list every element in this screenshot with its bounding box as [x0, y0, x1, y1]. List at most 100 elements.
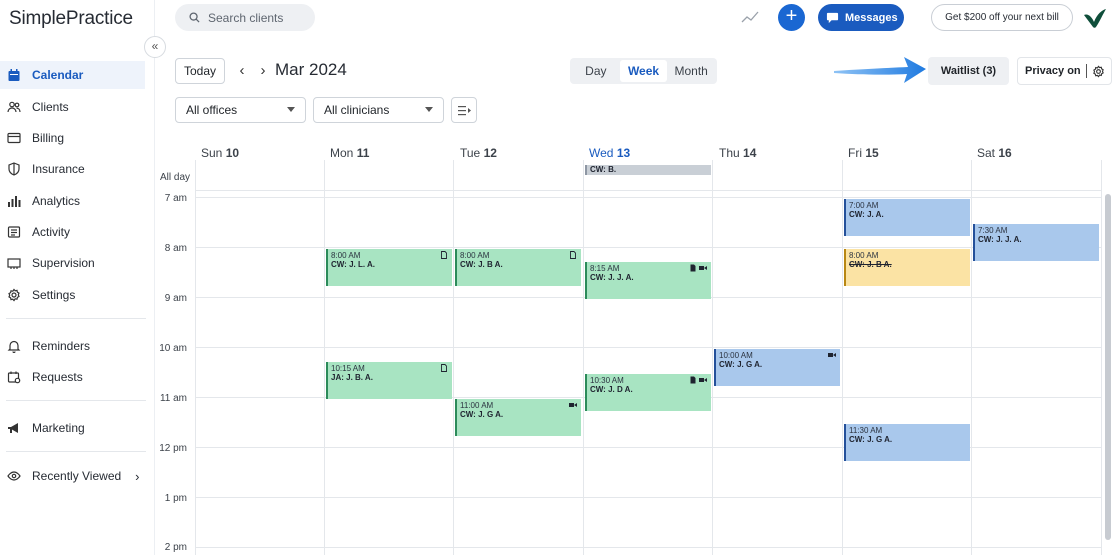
week-calendar: Sun 10 Mon 11 Tue 12 Wed 13 Thu 14 Fri 1…: [155, 140, 1114, 555]
search-placeholder: Search clients: [208, 10, 284, 25]
grid-line: [453, 160, 454, 555]
appointment-event[interactable]: 10:30 AM CW: J. D A.: [585, 374, 711, 411]
activity-icon: [7, 225, 21, 239]
grid-line: [195, 347, 1102, 348]
appointment-event-canceled[interactable]: 8:00 AM CW: J. B A.: [844, 249, 970, 286]
requests-icon: [7, 370, 21, 384]
sidebar-item-marketing[interactable]: Marketing: [0, 414, 145, 442]
billing-icon: [7, 131, 21, 145]
calendar-icon: [7, 68, 21, 82]
sidebar-item-label: Supervision: [32, 256, 95, 270]
today-button[interactable]: Today: [175, 58, 225, 84]
grid-line: [195, 547, 1102, 548]
appointment-event[interactable]: 10:15 AM JA: J. B. A.: [326, 362, 452, 399]
appointment-event[interactable]: 11:30 AM CW: J. G A.: [844, 424, 970, 461]
sidebar-item-requests[interactable]: Requests: [0, 363, 145, 391]
day-header-tue[interactable]: Tue 12: [460, 146, 497, 160]
filter-button[interactable]: [451, 97, 477, 123]
sidebar-item-label: Calendar: [32, 68, 84, 82]
clinicians-select[interactable]: All clinicians: [313, 97, 444, 123]
supervision-icon: [7, 256, 21, 270]
brand-leaf-icon[interactable]: [1082, 6, 1108, 30]
document-icon: [569, 251, 577, 259]
sidebar-item-reminders[interactable]: Reminders: [0, 332, 145, 360]
analytics-icon: [7, 194, 21, 208]
privacy-label: Privacy on: [1025, 65, 1081, 77]
trend-icon[interactable]: [741, 9, 759, 25]
time-label: 2 pm: [164, 542, 187, 553]
video-icon: [699, 376, 707, 384]
grid-line: [971, 160, 972, 555]
offices-select[interactable]: All offices: [175, 97, 306, 123]
sidebar-divider: [6, 318, 146, 319]
day-header-mon[interactable]: Mon 11: [330, 146, 369, 160]
view-month-tab[interactable]: Month: [667, 60, 715, 82]
collapse-sidebar-button[interactable]: «: [144, 36, 166, 58]
grid-line: [712, 160, 713, 555]
grid-line: [195, 197, 1102, 198]
time-label: 12 pm: [159, 443, 187, 454]
day-header-wed[interactable]: Wed 13: [589, 146, 630, 160]
sidebar-item-calendar[interactable]: Calendar: [0, 61, 145, 89]
prev-week-button[interactable]: ‹: [235, 60, 249, 82]
bell-icon: [7, 339, 21, 353]
appointment-event[interactable]: 8:00 AM CW: J. L. A.: [326, 249, 452, 286]
appointment-event[interactable]: 11:00 AM CW: J. G A.: [455, 399, 581, 436]
chevron-right-icon: ›: [135, 468, 140, 484]
appointment-event[interactable]: 10:00 AM CW: J. G A.: [714, 349, 840, 386]
privacy-toggle[interactable]: Privacy on: [1017, 57, 1112, 85]
sidebar-item-supervision[interactable]: Supervision: [0, 249, 145, 277]
sidebar-item-recently-viewed[interactable]: Recently Viewed ›: [0, 462, 145, 490]
grid-line: [842, 160, 843, 555]
time-label: 11 am: [159, 393, 187, 404]
sidebar-item-label: Marketing: [32, 421, 85, 435]
chevron-down-icon: [425, 107, 433, 112]
search-input[interactable]: Search clients: [175, 4, 315, 31]
sidebar-item-billing[interactable]: Billing: [0, 124, 145, 152]
sidebar-item-analytics[interactable]: Analytics: [0, 187, 145, 215]
appointment-event[interactable]: 7:30 AM CW: J. J. A.: [973, 224, 1099, 261]
day-header-sat[interactable]: Sat 16: [977, 146, 1012, 160]
offices-select-value: All offices: [186, 103, 238, 117]
clinicians-select-value: All clinicians: [324, 103, 390, 117]
grid-line: [1101, 160, 1102, 555]
sidebar-item-label: Clients: [32, 100, 69, 114]
appointment-event[interactable]: 7:00 AM CW: J. A.: [844, 199, 970, 236]
sidebar-item-label: Reminders: [32, 339, 91, 353]
promo-button[interactable]: Get $200 off your next bill: [931, 4, 1073, 31]
megaphone-icon: [7, 421, 21, 435]
sidebar-item-clients[interactable]: Clients: [0, 93, 145, 121]
appointment-event[interactable]: 8:15 AM CW: J. J. A.: [585, 262, 711, 299]
day-header-fri[interactable]: Fri 15: [848, 146, 879, 160]
waitlist-button[interactable]: Waitlist (3): [928, 57, 1009, 85]
chat-icon: [826, 12, 839, 24]
appointment-event[interactable]: 8:00 AM CW: J. B A.: [455, 249, 581, 286]
document-icon: [440, 251, 448, 259]
document-icon: [440, 364, 448, 372]
allday-event[interactable]: CW: B.: [585, 165, 711, 175]
sidebar-item-settings[interactable]: Settings: [0, 281, 145, 309]
view-day-tab[interactable]: Day: [572, 60, 620, 82]
insurance-icon: [7, 162, 21, 176]
eye-icon: [7, 469, 21, 483]
sidebar: SimplePractice Calendar Clients Billing …: [0, 0, 155, 555]
add-button[interactable]: +: [778, 4, 805, 31]
grid-line: [195, 160, 196, 555]
grid-line: [583, 160, 584, 555]
video-icon: [569, 401, 577, 409]
sidebar-item-insurance[interactable]: Insurance: [0, 155, 145, 183]
next-week-button[interactable]: ›: [256, 60, 270, 82]
messages-button[interactable]: Messages: [818, 4, 904, 31]
messages-label: Messages: [845, 11, 898, 24]
sidebar-divider: [6, 400, 146, 401]
view-week-tab[interactable]: Week: [619, 60, 668, 82]
gear-icon[interactable]: [1092, 65, 1105, 78]
day-header-thu[interactable]: Thu 14: [719, 146, 756, 160]
app-logo[interactable]: SimplePractice: [9, 8, 133, 30]
sidebar-item-activity[interactable]: Activity: [0, 218, 145, 246]
calendar-scrollbar[interactable]: [1105, 194, 1111, 540]
grid-line: [195, 190, 1102, 191]
day-header-sun[interactable]: Sun 10: [201, 146, 239, 160]
sidebar-item-label: Analytics: [32, 194, 81, 208]
search-icon: [189, 12, 200, 23]
